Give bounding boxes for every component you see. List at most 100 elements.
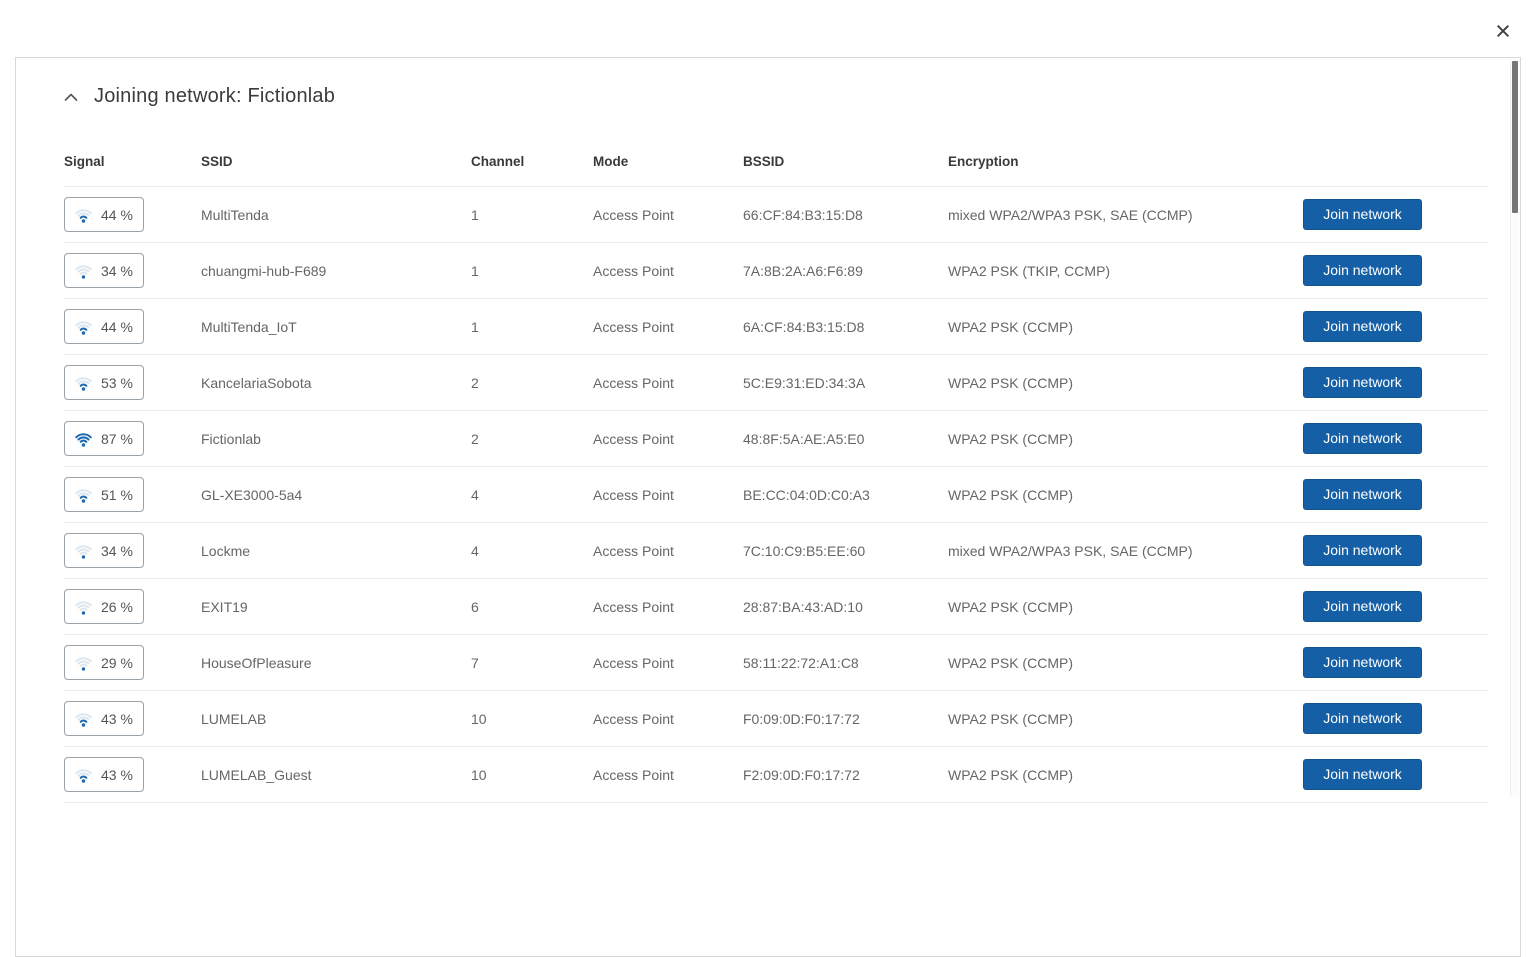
join-network-button[interactable]: Join network (1303, 647, 1422, 678)
actions-cell: Join network (1303, 535, 1488, 566)
ssid-cell: LUMELAB_Guest (201, 767, 471, 783)
mode-cell: Access Point (593, 207, 743, 223)
encryption-cell: WPA2 PSK (CCMP) (948, 375, 1303, 391)
signal-percent-label: 34 % (101, 263, 133, 279)
mode-cell: Access Point (593, 599, 743, 615)
signal-cell: 43 % (64, 757, 201, 792)
mode-cell: Access Point (593, 431, 743, 447)
signal-cell: 26 % (64, 589, 201, 624)
wifi-signal-icon (74, 766, 93, 784)
table-header-row: Signal SSID Channel Mode BSSID Encryptio… (64, 154, 1488, 187)
join-network-button[interactable]: Join network (1303, 423, 1422, 454)
signal-strength-badge: 44 % (64, 197, 144, 232)
table-row: 26 % EXIT19 6 Access Point 28:87:BA:43:A… (64, 579, 1488, 635)
column-header-ssid: SSID (201, 154, 471, 169)
encryption-cell: WPA2 PSK (TKIP, CCMP) (948, 263, 1303, 279)
join-network-button[interactable]: Join network (1303, 479, 1422, 510)
vertical-scrollbar[interactable] (1510, 59, 1519, 797)
signal-cell: 87 % (64, 421, 201, 456)
actions-cell: Join network (1303, 255, 1488, 286)
ssid-cell: MultiTenda (201, 207, 471, 223)
wifi-signal-icon (74, 542, 93, 560)
signal-percent-label: 43 % (101, 767, 133, 783)
signal-strength-badge: 51 % (64, 477, 144, 512)
encryption-cell: WPA2 PSK (CCMP) (948, 599, 1303, 615)
scrollbar-thumb[interactable] (1512, 61, 1518, 213)
ssid-cell: LUMELAB (201, 711, 471, 727)
encryption-cell: mixed WPA2/WPA3 PSK, SAE (CCMP) (948, 543, 1303, 559)
column-header-mode: Mode (593, 154, 743, 169)
column-header-bssid: BSSID (743, 154, 948, 169)
join-network-button[interactable]: Join network (1303, 535, 1422, 566)
ssid-cell: HouseOfPleasure (201, 655, 471, 671)
signal-percent-label: 29 % (101, 655, 133, 671)
signal-cell: 44 % (64, 197, 201, 232)
table-row: 29 % HouseOfPleasure 7 Access Point 58:1… (64, 635, 1488, 691)
encryption-cell: WPA2 PSK (CCMP) (948, 319, 1303, 335)
channel-cell: 6 (471, 599, 593, 615)
signal-strength-badge: 53 % (64, 365, 144, 400)
ssid-cell: MultiTenda_IoT (201, 319, 471, 335)
signal-cell: 44 % (64, 309, 201, 344)
actions-cell: Join network (1303, 311, 1488, 342)
channel-cell: 10 (471, 711, 593, 727)
bssid-cell: 7A:8B:2A:A6:F6:89 (743, 263, 948, 279)
wifi-scan-table: Signal SSID Channel Mode BSSID Encryptio… (64, 154, 1488, 803)
table-row: 44 % MultiTenda 1 Access Point 66:CF:84:… (64, 187, 1488, 243)
channel-cell: 7 (471, 655, 593, 671)
join-network-button[interactable]: Join network (1303, 367, 1422, 398)
signal-strength-badge: 44 % (64, 309, 144, 344)
encryption-cell: WPA2 PSK (CCMP) (948, 711, 1303, 727)
encryption-cell: WPA2 PSK (CCMP) (948, 487, 1303, 503)
actions-cell: Join network (1303, 647, 1488, 678)
join-network-button[interactable]: Join network (1303, 703, 1422, 734)
join-network-button[interactable]: Join network (1303, 311, 1422, 342)
ssid-cell: chuangmi-hub-F689 (201, 263, 471, 279)
table-row: 43 % LUMELAB_Guest 10 Access Point F2:09… (64, 747, 1488, 803)
bssid-cell: BE:CC:04:0D:C0:A3 (743, 487, 948, 503)
join-network-button[interactable]: Join network (1303, 759, 1422, 790)
signal-percent-label: 26 % (101, 599, 133, 615)
wifi-signal-icon (74, 318, 93, 336)
actions-cell: Join network (1303, 479, 1488, 510)
modal-overlay: × Joining network: Fictionlab Signal SSI… (0, 0, 1535, 797)
wifi-signal-icon (74, 374, 93, 392)
column-header-signal: Signal (64, 154, 201, 169)
actions-cell: Join network (1303, 199, 1488, 230)
wifi-signal-icon (74, 486, 93, 504)
signal-strength-badge: 43 % (64, 757, 144, 792)
signal-strength-badge: 34 % (64, 253, 144, 288)
actions-cell: Join network (1303, 591, 1488, 622)
ssid-cell: Lockme (201, 543, 471, 559)
signal-percent-label: 87 % (101, 431, 133, 447)
signal-strength-badge: 87 % (64, 421, 144, 456)
channel-cell: 1 (471, 207, 593, 223)
signal-cell: 43 % (64, 701, 201, 736)
table-row: 34 % chuangmi-hub-F689 1 Access Point 7A… (64, 243, 1488, 299)
wifi-signal-icon (74, 262, 93, 280)
bssid-cell: 5C:E9:31:ED:34:3A (743, 375, 948, 391)
channel-cell: 1 (471, 319, 593, 335)
encryption-cell: WPA2 PSK (CCMP) (948, 431, 1303, 447)
signal-percent-label: 44 % (101, 319, 133, 335)
join-network-button[interactable]: Join network (1303, 255, 1422, 286)
mode-cell: Access Point (593, 711, 743, 727)
table-row: 34 % Lockme 4 Access Point 7C:10:C9:B5:E… (64, 523, 1488, 579)
wifi-signal-icon (74, 206, 93, 224)
signal-cell: 51 % (64, 477, 201, 512)
bssid-cell: 28:87:BA:43:AD:10 (743, 599, 948, 615)
channel-cell: 4 (471, 543, 593, 559)
mode-cell: Access Point (593, 655, 743, 671)
table-row: 43 % LUMELAB 10 Access Point F0:09:0D:F0… (64, 691, 1488, 747)
signal-percent-label: 53 % (101, 375, 133, 391)
encryption-cell: WPA2 PSK (CCMP) (948, 655, 1303, 671)
join-network-button[interactable]: Join network (1303, 591, 1422, 622)
channel-cell: 4 (471, 487, 593, 503)
join-network-button[interactable]: Join network (1303, 199, 1422, 230)
close-icon[interactable]: × (1490, 18, 1516, 44)
mode-cell: Access Point (593, 319, 743, 335)
bssid-cell: 48:8F:5A:AE:A5:E0 (743, 431, 948, 447)
signal-strength-badge: 29 % (64, 645, 144, 680)
signal-strength-badge: 34 % (64, 533, 144, 568)
chevron-up-icon[interactable] (64, 92, 78, 102)
